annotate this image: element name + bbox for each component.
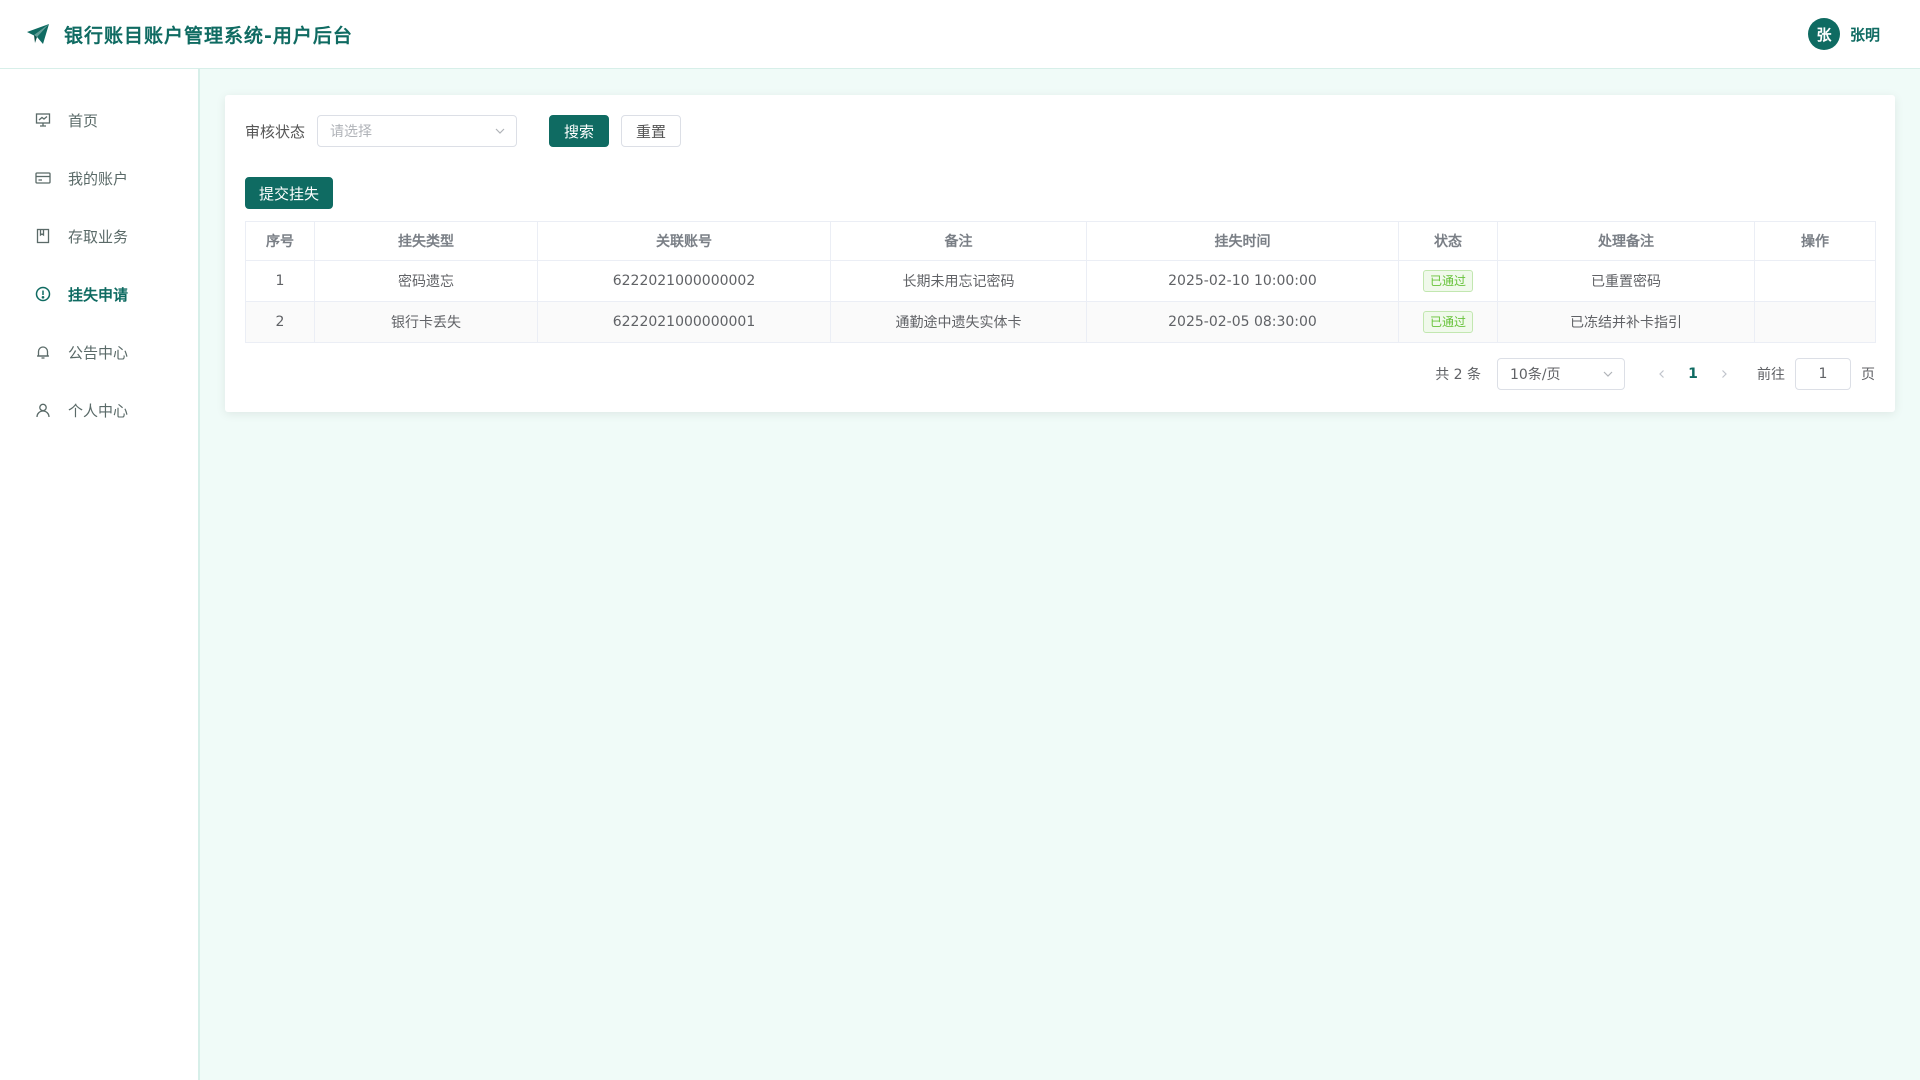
cell-status: 已通过 (1398, 260, 1498, 302)
reset-button[interactable]: 重置 (621, 115, 682, 147)
column-header-time: 挂失时间 (1086, 221, 1399, 261)
column-header-index: 序号 (245, 221, 315, 261)
column-header-account: 关联账号 (537, 221, 831, 261)
goto-label: 前往 (1757, 367, 1785, 383)
sidebar-item-label: 个人中心 (68, 401, 129, 420)
filter-bar: 审核状态 请选择 搜索 重置 (245, 115, 682, 147)
prev-page-button[interactable] (1647, 358, 1677, 390)
page-size-value: 10条/页 (1510, 367, 1561, 383)
dashboard-icon (34, 111, 52, 129)
column-header-status: 状态 (1398, 221, 1498, 261)
page-size-select[interactable]: 10条/页 (1497, 358, 1625, 390)
user-icon (34, 401, 52, 419)
submit-loss-report-button[interactable]: 提交挂失 (245, 177, 333, 209)
chevron-down-icon (1602, 368, 1614, 380)
sidebar-item-my-account[interactable]: 我的账户 (0, 149, 198, 207)
top-header: 银行账目账户管理系统-用户后台 张 张明 (0, 0, 1920, 69)
sidebar-item-profile[interactable]: 个人中心 (0, 381, 198, 439)
cell-handle-remark: 已重置密码 (1497, 260, 1755, 302)
loss-report-table: 序号 挂失类型 关联账号 备注 挂失时间 状态 处理备注 操作 1 密码遗忘 6… (245, 221, 1876, 343)
cell-account: 6222021000000001 (537, 301, 831, 343)
cell-type: 银行卡丢失 (314, 301, 538, 343)
logo: 银行账目账户管理系统-用户后台 (24, 20, 353, 48)
content-card: 审核状态 请选择 搜索 重置 提交挂失 序号 挂失类型 关联账号 备注 挂失时间… (225, 95, 1895, 412)
pagination-total: 共 2 条 (1435, 367, 1481, 383)
bell-icon (34, 343, 52, 361)
table-row: 2 银行卡丢失 6222021000000001 通勤途中遗失实体卡 2025-… (245, 301, 1876, 343)
cell-time: 2025-02-10 10:00:00 (1086, 260, 1399, 302)
next-page-button[interactable] (1709, 358, 1739, 390)
pagination: 共 2 条 10条/页 1 前往 1 页 (1435, 358, 1875, 390)
sidebar-item-label: 挂失申请 (68, 285, 129, 304)
search-button[interactable]: 搜索 (549, 115, 610, 147)
column-header-action: 操作 (1754, 221, 1876, 261)
app-title: 银行账目账户管理系统-用户后台 (64, 24, 353, 47)
notebook-icon (34, 227, 52, 245)
sidebar-item-announcements[interactable]: 公告中心 (0, 323, 198, 381)
cell-handle-remark: 已冻结并补卡指引 (1497, 301, 1755, 343)
column-header-type: 挂失类型 (314, 221, 538, 261)
sidebar-item-label: 公告中心 (68, 343, 129, 362)
cell-account: 6222021000000002 (537, 260, 831, 302)
sidebar-item-label: 我的账户 (68, 169, 129, 188)
sidebar: 首页 我的账户 存取业务 挂失申请 公告中心 个人中心 (0, 69, 200, 1080)
sidebar-item-label: 存取业务 (68, 227, 129, 246)
page-number-current[interactable]: 1 (1677, 366, 1709, 382)
cell-index: 2 (245, 301, 315, 343)
column-header-remark: 备注 (830, 221, 1087, 261)
column-header-handle-remark: 处理备注 (1497, 221, 1755, 261)
sidebar-item-home[interactable]: 首页 (0, 91, 198, 149)
chevron-down-icon (494, 125, 506, 137)
cell-status: 已通过 (1398, 301, 1498, 343)
table-header-row: 序号 挂失类型 关联账号 备注 挂失时间 状态 处理备注 操作 (245, 221, 1876, 261)
user-menu[interactable]: 张 张明 (1807, 18, 1880, 50)
status-badge: 已通过 (1422, 270, 1473, 292)
cell-remark: 长期未用忘记密码 (830, 260, 1087, 302)
cell-index: 1 (245, 260, 315, 302)
chevron-right-icon (1722, 370, 1727, 378)
cell-action (1754, 260, 1876, 302)
status-badge: 已通过 (1422, 311, 1473, 333)
status-filter-label: 审核状态 (245, 122, 306, 141)
status-select-placeholder: 请选择 (330, 124, 373, 140)
sidebar-item-label: 首页 (68, 111, 99, 130)
table-row: 1 密码遗忘 6222021000000002 长期未用忘记密码 2025-02… (245, 260, 1876, 302)
goto-page-input[interactable]: 1 (1795, 358, 1851, 390)
cell-action (1754, 301, 1876, 343)
card-icon (34, 169, 52, 187)
paper-plane-icon (24, 20, 52, 48)
status-select[interactable]: 请选择 (317, 115, 518, 147)
chevron-left-icon (1659, 370, 1664, 378)
warning-circle-icon (34, 285, 52, 303)
avatar[interactable]: 张 (1807, 18, 1840, 50)
user-name[interactable]: 张明 (1850, 24, 1880, 45)
goto-suffix: 页 (1861, 367, 1875, 383)
cell-remark: 通勤途中遗失实体卡 (830, 301, 1087, 343)
sidebar-item-deposit[interactable]: 存取业务 (0, 207, 198, 265)
cell-type: 密码遗忘 (314, 260, 538, 302)
cell-time: 2025-02-05 08:30:00 (1086, 301, 1399, 343)
sidebar-item-loss-report[interactable]: 挂失申请 (0, 265, 198, 323)
